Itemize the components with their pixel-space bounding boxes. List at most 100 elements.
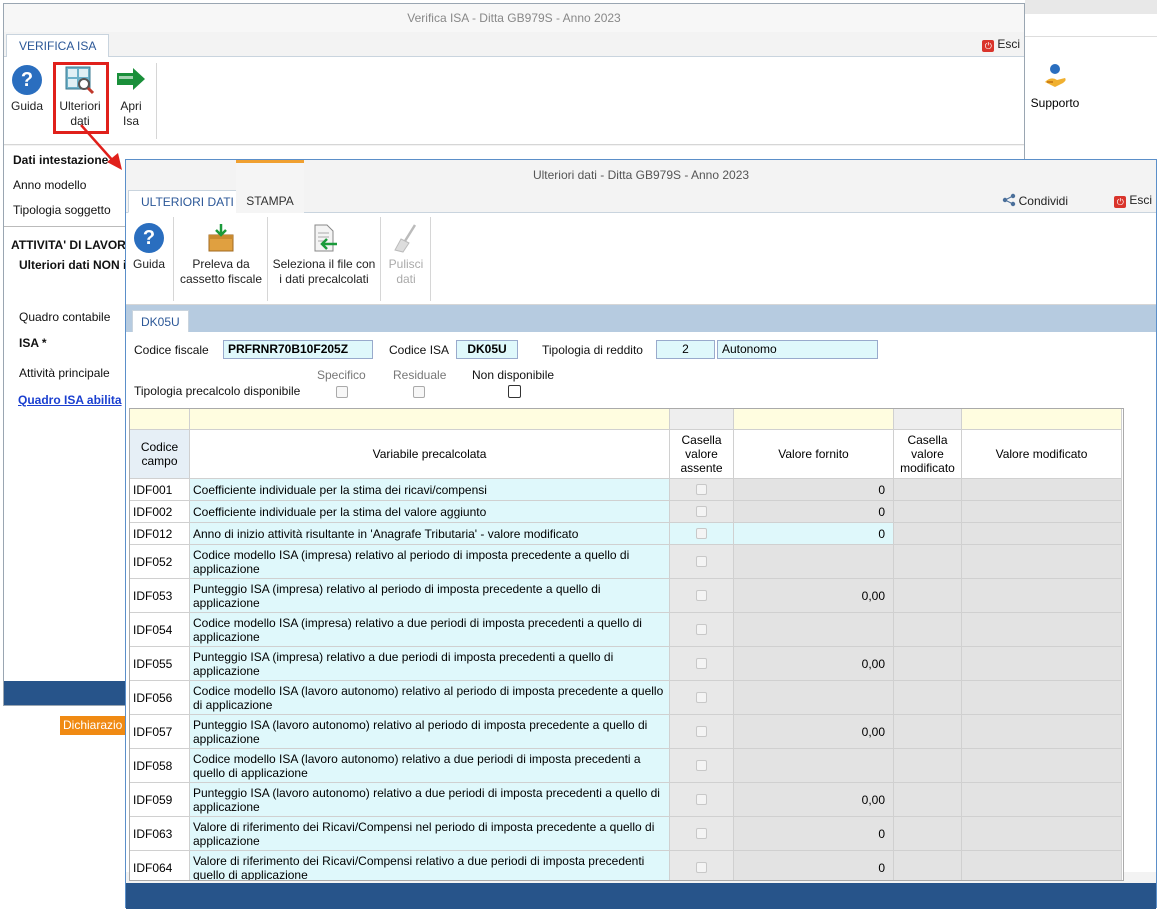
condividi-button[interactable]: Condividi [1002, 193, 1068, 208]
row-valore-fornito[interactable]: 0,00 [734, 647, 894, 681]
row-valore-modificato[interactable] [962, 501, 1122, 523]
row-casella-modificato[interactable] [894, 545, 962, 579]
row-casella-modificato[interactable] [894, 579, 962, 613]
row-casella-modificato[interactable] [894, 817, 962, 851]
tipologia-reddito-desc-field[interactable]: Autonomo [717, 340, 878, 359]
header-codice[interactable]: Codice campo [130, 430, 190, 479]
table-row[interactable]: IDF058 Codice modello ISA (lavoro autonom… [130, 749, 1122, 783]
codice-isa-field[interactable]: DK05U [456, 340, 518, 359]
row-valore-modificato[interactable] [962, 681, 1122, 715]
row-casella-modificato[interactable] [894, 851, 962, 880]
ulteriori-non-label: Ulteriori dati NON i [19, 258, 127, 272]
casella-valore-assente-checkbox[interactable] [696, 484, 707, 495]
casella-valore-assente-checkbox[interactable] [696, 760, 707, 771]
row-casella-modificato[interactable] [894, 523, 962, 545]
row-casella-modificato[interactable] [894, 647, 962, 681]
tab-verifica-isa[interactable]: VERIFICA ISA [6, 34, 110, 58]
tab-dk05u[interactable]: DK05U [132, 310, 189, 332]
casella-valore-assente-checkbox[interactable] [696, 658, 707, 669]
casella-valore-assente-checkbox[interactable] [696, 862, 707, 873]
row-valore-modificato[interactable] [962, 523, 1122, 545]
row-valore-fornito[interactable] [734, 545, 894, 579]
casella-valore-assente-checkbox[interactable] [696, 794, 707, 805]
row-code: IDF001 [130, 479, 190, 501]
header-casella-modificato[interactable]: Casella valore modificato [894, 430, 962, 479]
row-casella-modificato[interactable] [894, 681, 962, 715]
row-valore-fornito[interactable] [734, 613, 894, 647]
row-valore-modificato[interactable] [962, 783, 1122, 817]
table-row[interactable]: IDF063 Valore di riferimento dei Ricavi/C… [130, 817, 1122, 851]
guida-button[interactable]: ? Guida [8, 65, 46, 114]
header-cm-3: modificato [900, 461, 955, 475]
row-valore-modificato[interactable] [962, 851, 1122, 880]
dialog-guida-button[interactable]: ? Guida [132, 223, 166, 272]
row-casella-modificato[interactable] [894, 501, 962, 523]
tab-stampa[interactable]: STAMPA [236, 160, 304, 213]
table-row[interactable]: IDF056 Codice modello ISA (lavoro autonom… [130, 681, 1122, 715]
table-row[interactable]: IDF001 Coefficiente individuale per la st… [130, 479, 1122, 501]
seleziona-file-button[interactable]: Seleziona il file con i dati precalcolat… [272, 223, 376, 287]
casella-valore-assente-checkbox[interactable] [696, 528, 707, 539]
table-row[interactable]: IDF064 Valore di riferimento dei Ricavi/C… [130, 851, 1122, 880]
casella-valore-assente-checkbox[interactable] [696, 828, 707, 839]
esci-button[interactable]: ⏻ Esci [982, 37, 1020, 52]
row-valore-modificato[interactable] [962, 749, 1122, 783]
row-valore-modificato[interactable] [962, 715, 1122, 749]
condividi-label: Condividi [1018, 194, 1068, 208]
row-valore-fornito[interactable]: 0 [734, 851, 894, 880]
casella-valore-assente-checkbox[interactable] [696, 590, 707, 601]
table-row[interactable]: IDF054 Codice modello ISA (impresa) relat… [130, 613, 1122, 647]
row-valore-fornito[interactable]: 0 [734, 501, 894, 523]
quadro-isa-link[interactable]: Quadro ISA abilita [18, 393, 122, 407]
option-specifico-checkbox[interactable] [336, 386, 348, 398]
row-casella-assente-cell [670, 851, 734, 880]
row-valore-fornito[interactable] [734, 681, 894, 715]
row-valore-modificato[interactable] [962, 647, 1122, 681]
row-valore-modificato[interactable] [962, 545, 1122, 579]
supporto-button[interactable]: Supporto [1025, 62, 1085, 110]
table-row[interactable]: IDF057 Punteggio ISA (lavoro autonomo) re… [130, 715, 1122, 749]
casella-valore-assente-checkbox[interactable] [696, 556, 707, 567]
pulisci-dati-button[interactable]: Pulisci dati [384, 223, 428, 287]
row-valore-modificato[interactable] [962, 817, 1122, 851]
casella-valore-assente-checkbox[interactable] [696, 726, 707, 737]
table-row[interactable]: IDF059 Punteggio ISA (lavoro autonomo) re… [130, 783, 1122, 817]
table-row[interactable]: IDF002 Coefficiente individuale per la st… [130, 501, 1122, 523]
row-casella-modificato[interactable] [894, 479, 962, 501]
row-casella-modificato[interactable] [894, 613, 962, 647]
row-valore-fornito[interactable]: 0 [734, 817, 894, 851]
row-casella-modificato[interactable] [894, 783, 962, 817]
table-row[interactable]: IDF012 Anno di inizio attività risultante… [130, 523, 1122, 545]
tipologia-reddito-code-field[interactable]: 2 [656, 340, 715, 359]
row-casella-modificato[interactable] [894, 749, 962, 783]
row-valore-modificato[interactable] [962, 479, 1122, 501]
row-casella-assente-cell [670, 613, 734, 647]
dialog-esci-button[interactable]: ⏻ Esci [1114, 193, 1152, 208]
row-valore-fornito[interactable]: 0 [734, 523, 894, 545]
option-residuale-checkbox[interactable] [413, 386, 425, 398]
table-row[interactable]: IDF052 Codice modello ISA (impresa) relat… [130, 545, 1122, 579]
row-valore-fornito[interactable] [734, 749, 894, 783]
casella-valore-assente-checkbox[interactable] [696, 692, 707, 703]
row-valore-modificato[interactable] [962, 613, 1122, 647]
header-casella-assente[interactable]: Casella valore assente [670, 430, 734, 479]
header-variabile[interactable]: Variabile precalcolata [190, 430, 670, 479]
header-valore-fornito[interactable]: Valore fornito [734, 430, 894, 479]
row-valore-fornito[interactable]: 0,00 [734, 783, 894, 817]
row-valore-fornito[interactable]: 0,00 [734, 715, 894, 749]
codice-fiscale-field[interactable]: PRFRNR70B10F205Z [223, 340, 373, 359]
casella-valore-assente-checkbox[interactable] [696, 506, 707, 517]
table-row[interactable]: IDF053 Punteggio ISA (impresa) relativo a… [130, 579, 1122, 613]
row-valore-fornito[interactable]: 0 [734, 479, 894, 501]
row-valore-fornito[interactable]: 0,00 [734, 579, 894, 613]
option-non-disponibile-checkbox[interactable] [508, 385, 521, 398]
row-valore-modificato[interactable] [962, 579, 1122, 613]
header-valore-modificato[interactable]: Valore modificato [962, 430, 1122, 479]
tab-ulteriori-dati[interactable]: ULTERIORI DATI [128, 190, 247, 213]
preleva-button[interactable]: Preleva da cassetto fiscale [176, 223, 266, 287]
dichiarazione-badge[interactable]: Dichiarazio [60, 716, 130, 735]
apri-isa-button[interactable]: Apri Isa [112, 65, 150, 129]
table-row[interactable]: IDF055 Punteggio ISA (impresa) relativo a… [130, 647, 1122, 681]
casella-valore-assente-checkbox[interactable] [696, 624, 707, 635]
row-casella-modificato[interactable] [894, 715, 962, 749]
